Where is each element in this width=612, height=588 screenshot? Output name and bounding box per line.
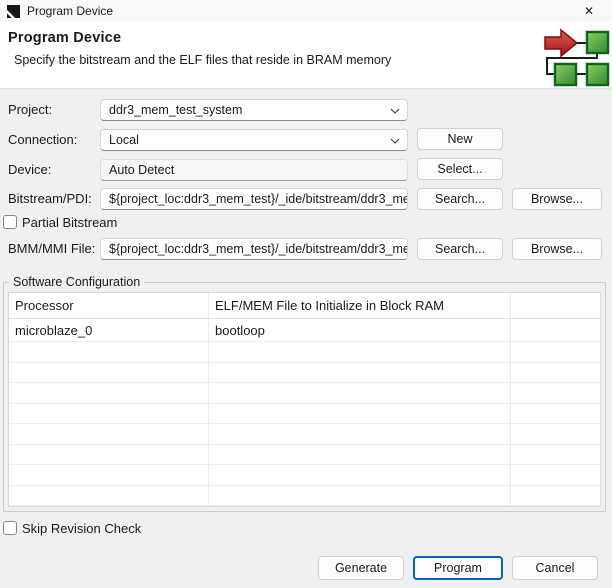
dialog-title: Program Device (8, 30, 121, 46)
device-field[interactable]: Auto Detect (100, 159, 408, 181)
chevron-down-icon (390, 108, 400, 114)
table-empty-row (9, 363, 600, 384)
bmm-browse-button[interactable]: Browse... (512, 238, 602, 260)
device-label: Device: (8, 159, 51, 181)
software-configuration-table: Processor ELF/MEM File to Initialize in … (8, 292, 601, 507)
program-device-dialog: { "window": { "title": "Program Device" … (0, 0, 612, 588)
connection-value: Local (109, 133, 139, 147)
table-empty-row (9, 486, 600, 507)
software-configuration-title: Software Configuration (9, 275, 144, 289)
column-header-elf: ELF/MEM File to Initialize in Block RAM (209, 293, 511, 318)
software-configuration-group: Software Configuration Processor ELF/MEM… (3, 282, 606, 512)
table-empty-row (9, 383, 600, 404)
table-empty-row (9, 465, 600, 486)
bmm-value: ${project_loc:ddr3_mem_test}/_ide/bitstr… (109, 242, 408, 256)
partial-bitstream-label: Partial Bitstream (22, 215, 117, 230)
dialog-subtitle: Specify the bitstream and the ELF files … (14, 53, 391, 67)
select-device-button[interactable]: Select... (417, 158, 503, 180)
chevron-down-icon (390, 138, 400, 144)
program-button[interactable]: Program (413, 556, 503, 580)
generate-button[interactable]: Generate (318, 556, 404, 580)
column-header-extra (511, 293, 600, 318)
dialog-header: Program Device Specify the bitstream and… (0, 22, 612, 89)
bitstream-label: Bitstream/PDI: (8, 188, 92, 210)
processor-cell[interactable]: microblaze_0 (9, 319, 209, 341)
bmm-input[interactable]: ${project_loc:ddr3_mem_test}/_ide/bitstr… (100, 238, 408, 260)
partial-bitstream-checkbox[interactable] (3, 215, 17, 229)
project-label: Project: (8, 99, 52, 121)
table-empty-row (9, 404, 600, 425)
connection-dropdown[interactable]: Local (100, 129, 408, 151)
cancel-button[interactable]: Cancel (512, 556, 598, 580)
amd-logo-icon (7, 5, 20, 18)
connection-label: Connection: (8, 129, 77, 151)
bmm-search-button[interactable]: Search... (417, 238, 503, 260)
table-row[interactable]: microblaze_0 bootloop (9, 319, 600, 342)
new-button[interactable]: New (417, 128, 503, 150)
table-empty-row (9, 445, 600, 466)
table-empty-row (9, 342, 600, 363)
extra-cell (511, 319, 600, 341)
project-value: ddr3_mem_test_system (109, 103, 242, 117)
elf-file-cell[interactable]: bootloop (209, 319, 511, 341)
close-button[interactable]: ✕ (566, 0, 612, 22)
window-title: Program Device (27, 4, 113, 18)
bitstream-value: ${project_loc:ddr3_mem_test}/_ide/bitstr… (109, 192, 408, 206)
project-dropdown[interactable]: ddr3_mem_test_system (100, 99, 408, 121)
column-header-processor: Processor (9, 293, 209, 318)
table-header-row: Processor ELF/MEM File to Initialize in … (9, 293, 600, 319)
device-value: Auto Detect (109, 163, 174, 177)
skip-revision-label: Skip Revision Check (22, 521, 141, 536)
bmm-label: BMM/MMI File: (8, 238, 95, 260)
bitstream-browse-button[interactable]: Browse... (512, 188, 602, 210)
skip-revision-checkbox[interactable] (3, 521, 17, 535)
title-bar: Program Device (0, 0, 612, 22)
program-device-flow-icon (544, 27, 612, 87)
close-icon: ✕ (584, 4, 594, 18)
bitstream-search-button[interactable]: Search... (417, 188, 503, 210)
table-empty-row (9, 424, 600, 445)
bitstream-input[interactable]: ${project_loc:ddr3_mem_test}/_ide/bitstr… (100, 188, 408, 210)
